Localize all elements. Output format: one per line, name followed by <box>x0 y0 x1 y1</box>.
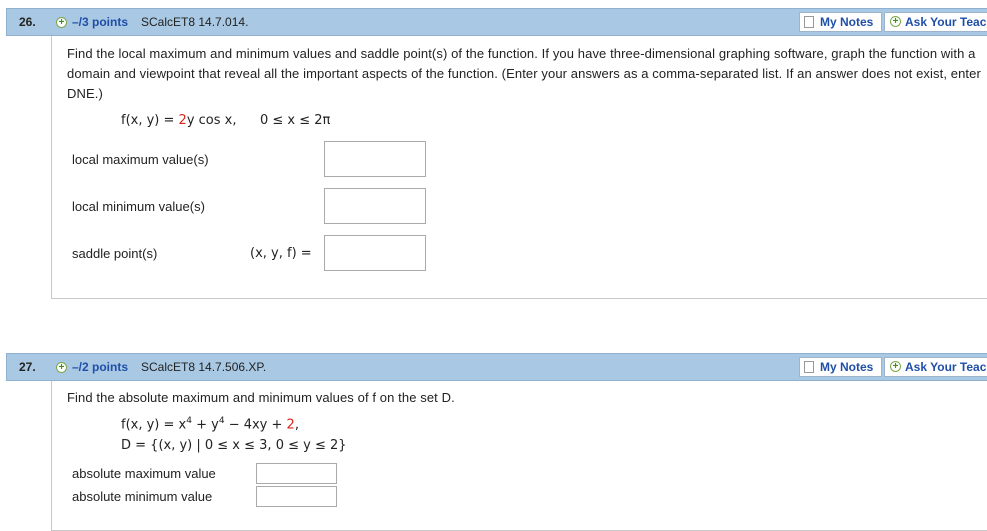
question-26-header: 26. + –/3 points SCalcET8 14.7.014. My N… <box>6 8 987 36</box>
question-27-instructions: Find the absolute maximum and minimum va… <box>67 390 455 405</box>
plus-icon: + <box>890 16 901 27</box>
abs-max-label: absolute maximum value <box>72 466 216 481</box>
ask-teacher-label: Ask Your Teacher <box>905 15 987 29</box>
question-source: SCalcET8 14.7.014. <box>141 15 249 29</box>
function-coefficient: 2 <box>178 113 187 128</box>
function-mid: + y <box>191 417 219 433</box>
note-icon <box>804 16 814 28</box>
my-notes-button[interactable]: My Notes <box>799 12 882 32</box>
local-min-input[interactable] <box>324 188 426 224</box>
local-max-label: local maximum value(s) <box>72 152 209 167</box>
function-lhs: f(x, y) = x <box>121 417 187 433</box>
expand-plus-icon[interactable]: + <box>56 362 67 373</box>
function-domain: 0 ≤ x ≤ 2π <box>260 113 331 128</box>
my-notes-label: My Notes <box>820 15 874 29</box>
plus-icon: + <box>890 361 901 372</box>
points-link[interactable]: –/2 points <box>72 360 128 374</box>
saddle-prefix: (x, y, f) = <box>250 246 312 261</box>
function-lhs: f(x, y) = <box>121 113 179 128</box>
question-27-header: 27. + –/2 points SCalcET8 14.7.506.XP. M… <box>6 353 987 381</box>
saddle-label: saddle point(s) <box>72 246 158 261</box>
my-notes-label: My Notes <box>820 360 874 374</box>
function-definition: f(x, y) = 2y cos x, <box>121 113 236 128</box>
question-source: SCalcET8 14.7.506.XP. <box>141 360 267 374</box>
expand-plus-icon[interactable]: + <box>56 17 67 28</box>
ask-teacher-button[interactable]: + Ask Your Teacher <box>884 12 987 32</box>
abs-min-input[interactable] <box>256 486 337 507</box>
function-rest: − 4xy + <box>224 417 287 433</box>
abs-min-label: absolute minimum value <box>72 489 213 504</box>
my-notes-button[interactable]: My Notes <box>799 357 882 377</box>
question-26-instructions: Find the local maximum and minimum value… <box>67 46 981 101</box>
function-constant: 2 <box>286 417 295 433</box>
local-min-label: local minimum value(s) <box>72 199 205 214</box>
points-link[interactable]: –/3 points <box>72 15 128 29</box>
local-max-input[interactable] <box>324 141 426 177</box>
saddle-input[interactable] <box>324 235 426 271</box>
question-number: 26. <box>19 15 36 29</box>
abs-max-input[interactable] <box>256 463 337 484</box>
function-definition: f(x, y) = x4 + y4 − 4xy + 2, <box>121 416 299 432</box>
ask-teacher-button[interactable]: + Ask Your Teacher <box>884 357 987 377</box>
note-icon <box>804 361 814 373</box>
ask-teacher-label: Ask Your Teacher <box>905 360 987 374</box>
function-rhs: y cos x, <box>186 113 237 128</box>
set-definition: D = {(x, y) | 0 ≤ x ≤ 3, 0 ≤ y ≤ 2} <box>121 438 347 453</box>
question-number: 27. <box>19 360 36 374</box>
function-end: , <box>294 417 299 433</box>
